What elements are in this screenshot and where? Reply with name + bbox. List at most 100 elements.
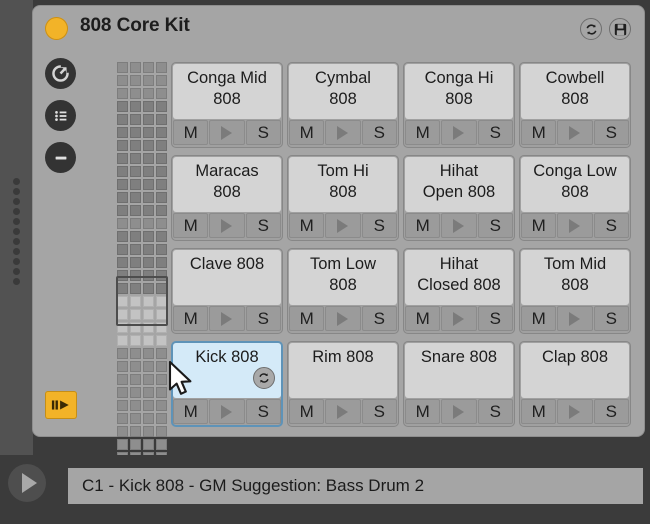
overview-pad[interactable] — [130, 127, 141, 138]
overview-pad[interactable] — [130, 257, 141, 268]
drum-pad[interactable]: Snare 808 M S — [403, 341, 515, 427]
mute-button[interactable]: M — [289, 399, 325, 424]
drum-pad[interactable]: Clap 808 M S — [519, 341, 631, 427]
overview-pad[interactable] — [130, 231, 141, 242]
overview-pad[interactable] — [130, 62, 141, 73]
overview-pad[interactable] — [143, 205, 154, 216]
mute-button[interactable]: M — [521, 213, 557, 238]
overview-pad[interactable] — [156, 387, 167, 398]
overview-pad[interactable] — [156, 127, 167, 138]
overview-pad[interactable] — [156, 75, 167, 86]
overview-pad[interactable] — [143, 192, 154, 203]
overview-pad[interactable] — [130, 374, 141, 385]
solo-button[interactable]: S — [593, 306, 629, 331]
overview-pad[interactable] — [143, 335, 154, 346]
pad-play-button[interactable] — [325, 120, 361, 145]
overview-pad[interactable] — [130, 309, 141, 320]
solo-button[interactable]: S — [361, 213, 397, 238]
pad-hotswap-button[interactable] — [253, 367, 275, 389]
drum-pad[interactable]: Kick 808 M S — [171, 341, 283, 427]
pad-play-button[interactable] — [209, 120, 245, 145]
overview-pad[interactable] — [130, 348, 141, 359]
solo-button[interactable]: S — [361, 399, 397, 424]
mute-button[interactable]: M — [521, 120, 557, 145]
hotswap-tool[interactable] — [45, 58, 76, 89]
overview-pad[interactable] — [143, 400, 154, 411]
overview-pad[interactable] — [117, 205, 128, 216]
overview-pad[interactable] — [117, 374, 128, 385]
overview-pad[interactable] — [156, 374, 167, 385]
overview-pad[interactable] — [130, 179, 141, 190]
solo-button[interactable]: S — [593, 213, 629, 238]
drum-pad[interactable]: Conga Mid 808 M S — [171, 62, 283, 148]
overview-pad[interactable] — [130, 322, 141, 333]
overview-pad[interactable] — [117, 231, 128, 242]
mute-button[interactable]: M — [173, 306, 209, 331]
overview-pad[interactable] — [143, 439, 154, 450]
overview-pad[interactable] — [143, 361, 154, 372]
pad-play-button[interactable] — [441, 306, 477, 331]
overview-pad[interactable] — [117, 400, 128, 411]
overview-pad[interactable] — [130, 101, 141, 112]
overview-pad[interactable] — [143, 348, 154, 359]
overview-pad[interactable] — [156, 361, 167, 372]
overview-pad[interactable] — [143, 231, 154, 242]
overview-pad[interactable] — [117, 244, 128, 255]
drum-pad[interactable]: Cymbal 808 M S — [287, 62, 399, 148]
overview-pad[interactable] — [143, 153, 154, 164]
mute-button[interactable]: M — [521, 306, 557, 331]
global-play-button[interactable] — [8, 464, 46, 502]
solo-button[interactable]: S — [477, 213, 513, 238]
overview-pad[interactable] — [156, 296, 167, 307]
overview-pad[interactable] — [156, 244, 167, 255]
overview-pad[interactable] — [143, 75, 154, 86]
solo-button[interactable]: S — [245, 213, 281, 238]
overview-pad[interactable] — [130, 426, 141, 437]
overview-pad[interactable] — [156, 335, 167, 346]
mute-button[interactable]: M — [405, 306, 441, 331]
overview-pad[interactable] — [156, 114, 167, 125]
solo-button[interactable]: S — [477, 120, 513, 145]
pad-play-button[interactable] — [441, 399, 477, 424]
overview-pad[interactable] — [130, 413, 141, 424]
overview-pad[interactable] — [156, 413, 167, 424]
solo-button[interactable]: S — [361, 120, 397, 145]
overview-pad[interactable] — [117, 413, 128, 424]
mute-button[interactable]: M — [405, 399, 441, 424]
pad-play-button[interactable] — [557, 306, 593, 331]
overview-pad[interactable] — [130, 439, 141, 450]
overview-pad[interactable] — [156, 348, 167, 359]
overview-pad[interactable] — [117, 114, 128, 125]
mute-button[interactable]: M — [173, 120, 209, 145]
overview-pad[interactable] — [156, 257, 167, 268]
overview-pad[interactable] — [130, 244, 141, 255]
overview-pad[interactable] — [130, 335, 141, 346]
overview-pad[interactable] — [143, 88, 154, 99]
overview-pad[interactable] — [117, 426, 128, 437]
overview-pad[interactable] — [117, 348, 128, 359]
overview-pad[interactable] — [130, 153, 141, 164]
overview-pad[interactable] — [117, 88, 128, 99]
drum-pad[interactable]: Hihat Open 808 M S — [403, 155, 515, 241]
pad-play-button[interactable] — [325, 306, 361, 331]
overview-pad[interactable] — [156, 101, 167, 112]
overview-pad[interactable] — [130, 166, 141, 177]
overview-pad[interactable] — [143, 140, 154, 151]
device-drag-handle[interactable] — [13, 178, 21, 288]
minus-tool[interactable] — [45, 142, 76, 173]
overview-pad[interactable] — [156, 231, 167, 242]
mute-button[interactable]: M — [405, 120, 441, 145]
overview-pad[interactable] — [143, 374, 154, 385]
overview-pad[interactable] — [143, 218, 154, 229]
overview-pad[interactable] — [117, 257, 128, 268]
overview-pad[interactable] — [117, 335, 128, 346]
mute-button[interactable]: M — [289, 306, 325, 331]
pad-play-button[interactable] — [557, 213, 593, 238]
drum-pad[interactable]: Hihat Closed 808 M S — [403, 248, 515, 334]
overview-pad[interactable] — [117, 101, 128, 112]
pad-play-button[interactable] — [209, 213, 245, 238]
overview-pad[interactable] — [117, 218, 128, 229]
overview-pad[interactable] — [156, 439, 167, 450]
device-activator-led[interactable] — [45, 17, 68, 40]
overview-pad[interactable] — [117, 283, 128, 294]
